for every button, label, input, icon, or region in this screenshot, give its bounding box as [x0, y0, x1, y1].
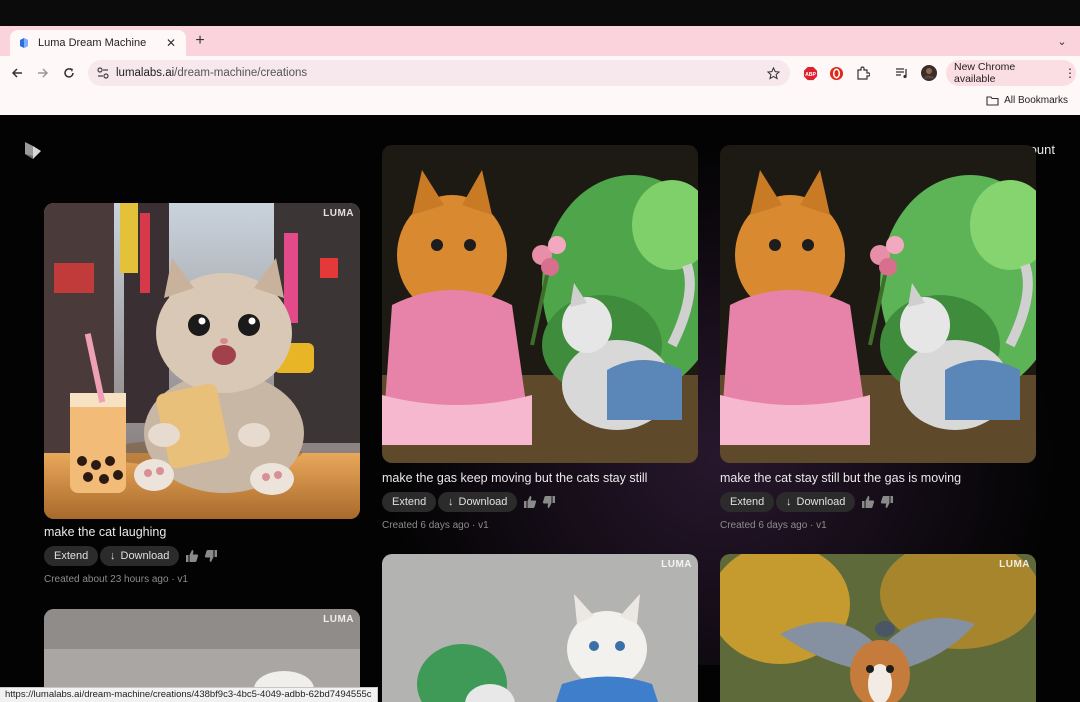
- thumbs-up-icon[interactable]: [861, 495, 875, 509]
- download-button[interactable]: ↓ Download: [438, 492, 518, 512]
- luma-logo-icon[interactable]: [24, 140, 42, 160]
- all-bookmarks-label: All Bookmarks: [1004, 95, 1068, 106]
- address-bar[interactable]: lumalabs.ai/dream-machine/creations: [88, 60, 790, 86]
- media-controls-icon[interactable]: [894, 65, 910, 81]
- download-label: Download: [120, 550, 170, 562]
- card-caption: make the gas keep moving but the cats st…: [382, 471, 648, 485]
- close-tab-icon[interactable]: ✕: [164, 36, 178, 50]
- extend-button[interactable]: Extend: [720, 492, 775, 512]
- browser-toolbar: lumalabs.ai/dream-machine/creations ABP …: [0, 56, 1080, 89]
- thumbs-up-icon[interactable]: [185, 549, 199, 563]
- created-meta: Created 6 days ago · v1: [382, 520, 489, 531]
- download-button[interactable]: ↓ Download: [776, 492, 856, 512]
- url-host: lumalabs.ai: [116, 67, 175, 79]
- video-thumbnail-cat-laughing[interactable]: LUMA: [44, 203, 360, 519]
- download-label: Download: [458, 496, 508, 508]
- url-path: /dream-machine/creations: [174, 67, 308, 79]
- tab-strip: Luma Dream Machine ✕ + ⌄: [0, 26, 1080, 56]
- luma-watermark: LUMA: [999, 559, 1030, 570]
- luma-watermark: LUMA: [323, 614, 354, 625]
- link-status-bar: https://lumalabs.ai/dream-machine/creati…: [0, 687, 378, 702]
- extensions-puzzle-icon[interactable]: [855, 65, 871, 81]
- bookmark-star-icon[interactable]: [764, 64, 782, 82]
- extend-button[interactable]: Extend: [382, 492, 437, 512]
- download-label: Download: [796, 496, 846, 508]
- download-arrow-icon: ↓: [786, 496, 792, 508]
- adblock-extension-icon[interactable]: ABP: [802, 65, 818, 81]
- tab-search-icon[interactable]: ⌄: [1052, 31, 1072, 51]
- video-thumbnail-cat-still[interactable]: [720, 145, 1036, 463]
- luma-favicon-icon: [20, 38, 28, 48]
- cat-laughing-image: [44, 203, 360, 519]
- thumbs-down-icon[interactable]: [880, 495, 894, 509]
- cats-still-image: [720, 145, 1036, 463]
- created-meta: Created about 23 hours ago · v1: [44, 574, 188, 585]
- card-caption: make the cat stay still but the gas is m…: [720, 471, 962, 485]
- window-top-bar: [0, 0, 1080, 26]
- luma-page: Create Account: [0, 115, 1080, 702]
- site-info-icon[interactable]: [96, 66, 110, 80]
- created-meta: Created 6 days ago · v1: [720, 520, 827, 531]
- new-chrome-available-button[interactable]: New Chrome available ⋮: [946, 60, 1076, 86]
- back-icon[interactable]: [8, 64, 26, 82]
- extend-label: Extend: [392, 496, 427, 508]
- card-caption: make the cat laughing: [44, 525, 167, 539]
- download-arrow-icon: ↓: [110, 550, 116, 562]
- more-menu-icon[interactable]: ⋮: [1064, 66, 1076, 80]
- new-tab-icon[interactable]: +: [193, 32, 207, 50]
- thumbs-down-icon[interactable]: [204, 549, 218, 563]
- bookmarks-bar: All Bookmarks: [0, 89, 1080, 115]
- partial-image-2: [382, 554, 698, 702]
- extend-label: Extend: [730, 496, 765, 508]
- url-text[interactable]: lumalabs.ai/dream-machine/creations: [116, 67, 764, 79]
- cats-gas-image: [382, 145, 698, 463]
- extend-button[interactable]: Extend: [44, 546, 99, 566]
- luma-watermark: LUMA: [323, 208, 354, 219]
- all-bookmarks-button[interactable]: All Bookmarks: [986, 95, 1068, 106]
- browser-tab[interactable]: Luma Dream Machine ✕: [10, 30, 186, 56]
- svg-text:ABP: ABP: [805, 71, 816, 77]
- forward-icon[interactable]: [34, 64, 52, 82]
- new-chrome-label: New Chrome available: [954, 61, 1016, 85]
- luma-watermark: LUMA: [661, 559, 692, 570]
- tab-title: Luma Dream Machine: [38, 37, 147, 49]
- download-arrow-icon: ↓: [448, 496, 454, 508]
- video-thumbnail-gas-moving[interactable]: [382, 145, 698, 463]
- thumbs-up-icon[interactable]: [523, 495, 537, 509]
- folder-icon: [986, 96, 999, 106]
- thumbs-down-icon[interactable]: [542, 495, 556, 509]
- download-button[interactable]: ↓ Download: [100, 546, 180, 566]
- extension-o-icon[interactable]: [828, 65, 844, 81]
- video-thumbnail-partial[interactable]: LUMA: [382, 554, 698, 702]
- reload-icon[interactable]: [60, 64, 78, 82]
- profile-avatar[interactable]: [921, 65, 937, 81]
- partial-image-3: [720, 554, 1036, 702]
- video-thumbnail-partial[interactable]: LUMA: [720, 554, 1036, 702]
- extend-label: Extend: [54, 550, 89, 562]
